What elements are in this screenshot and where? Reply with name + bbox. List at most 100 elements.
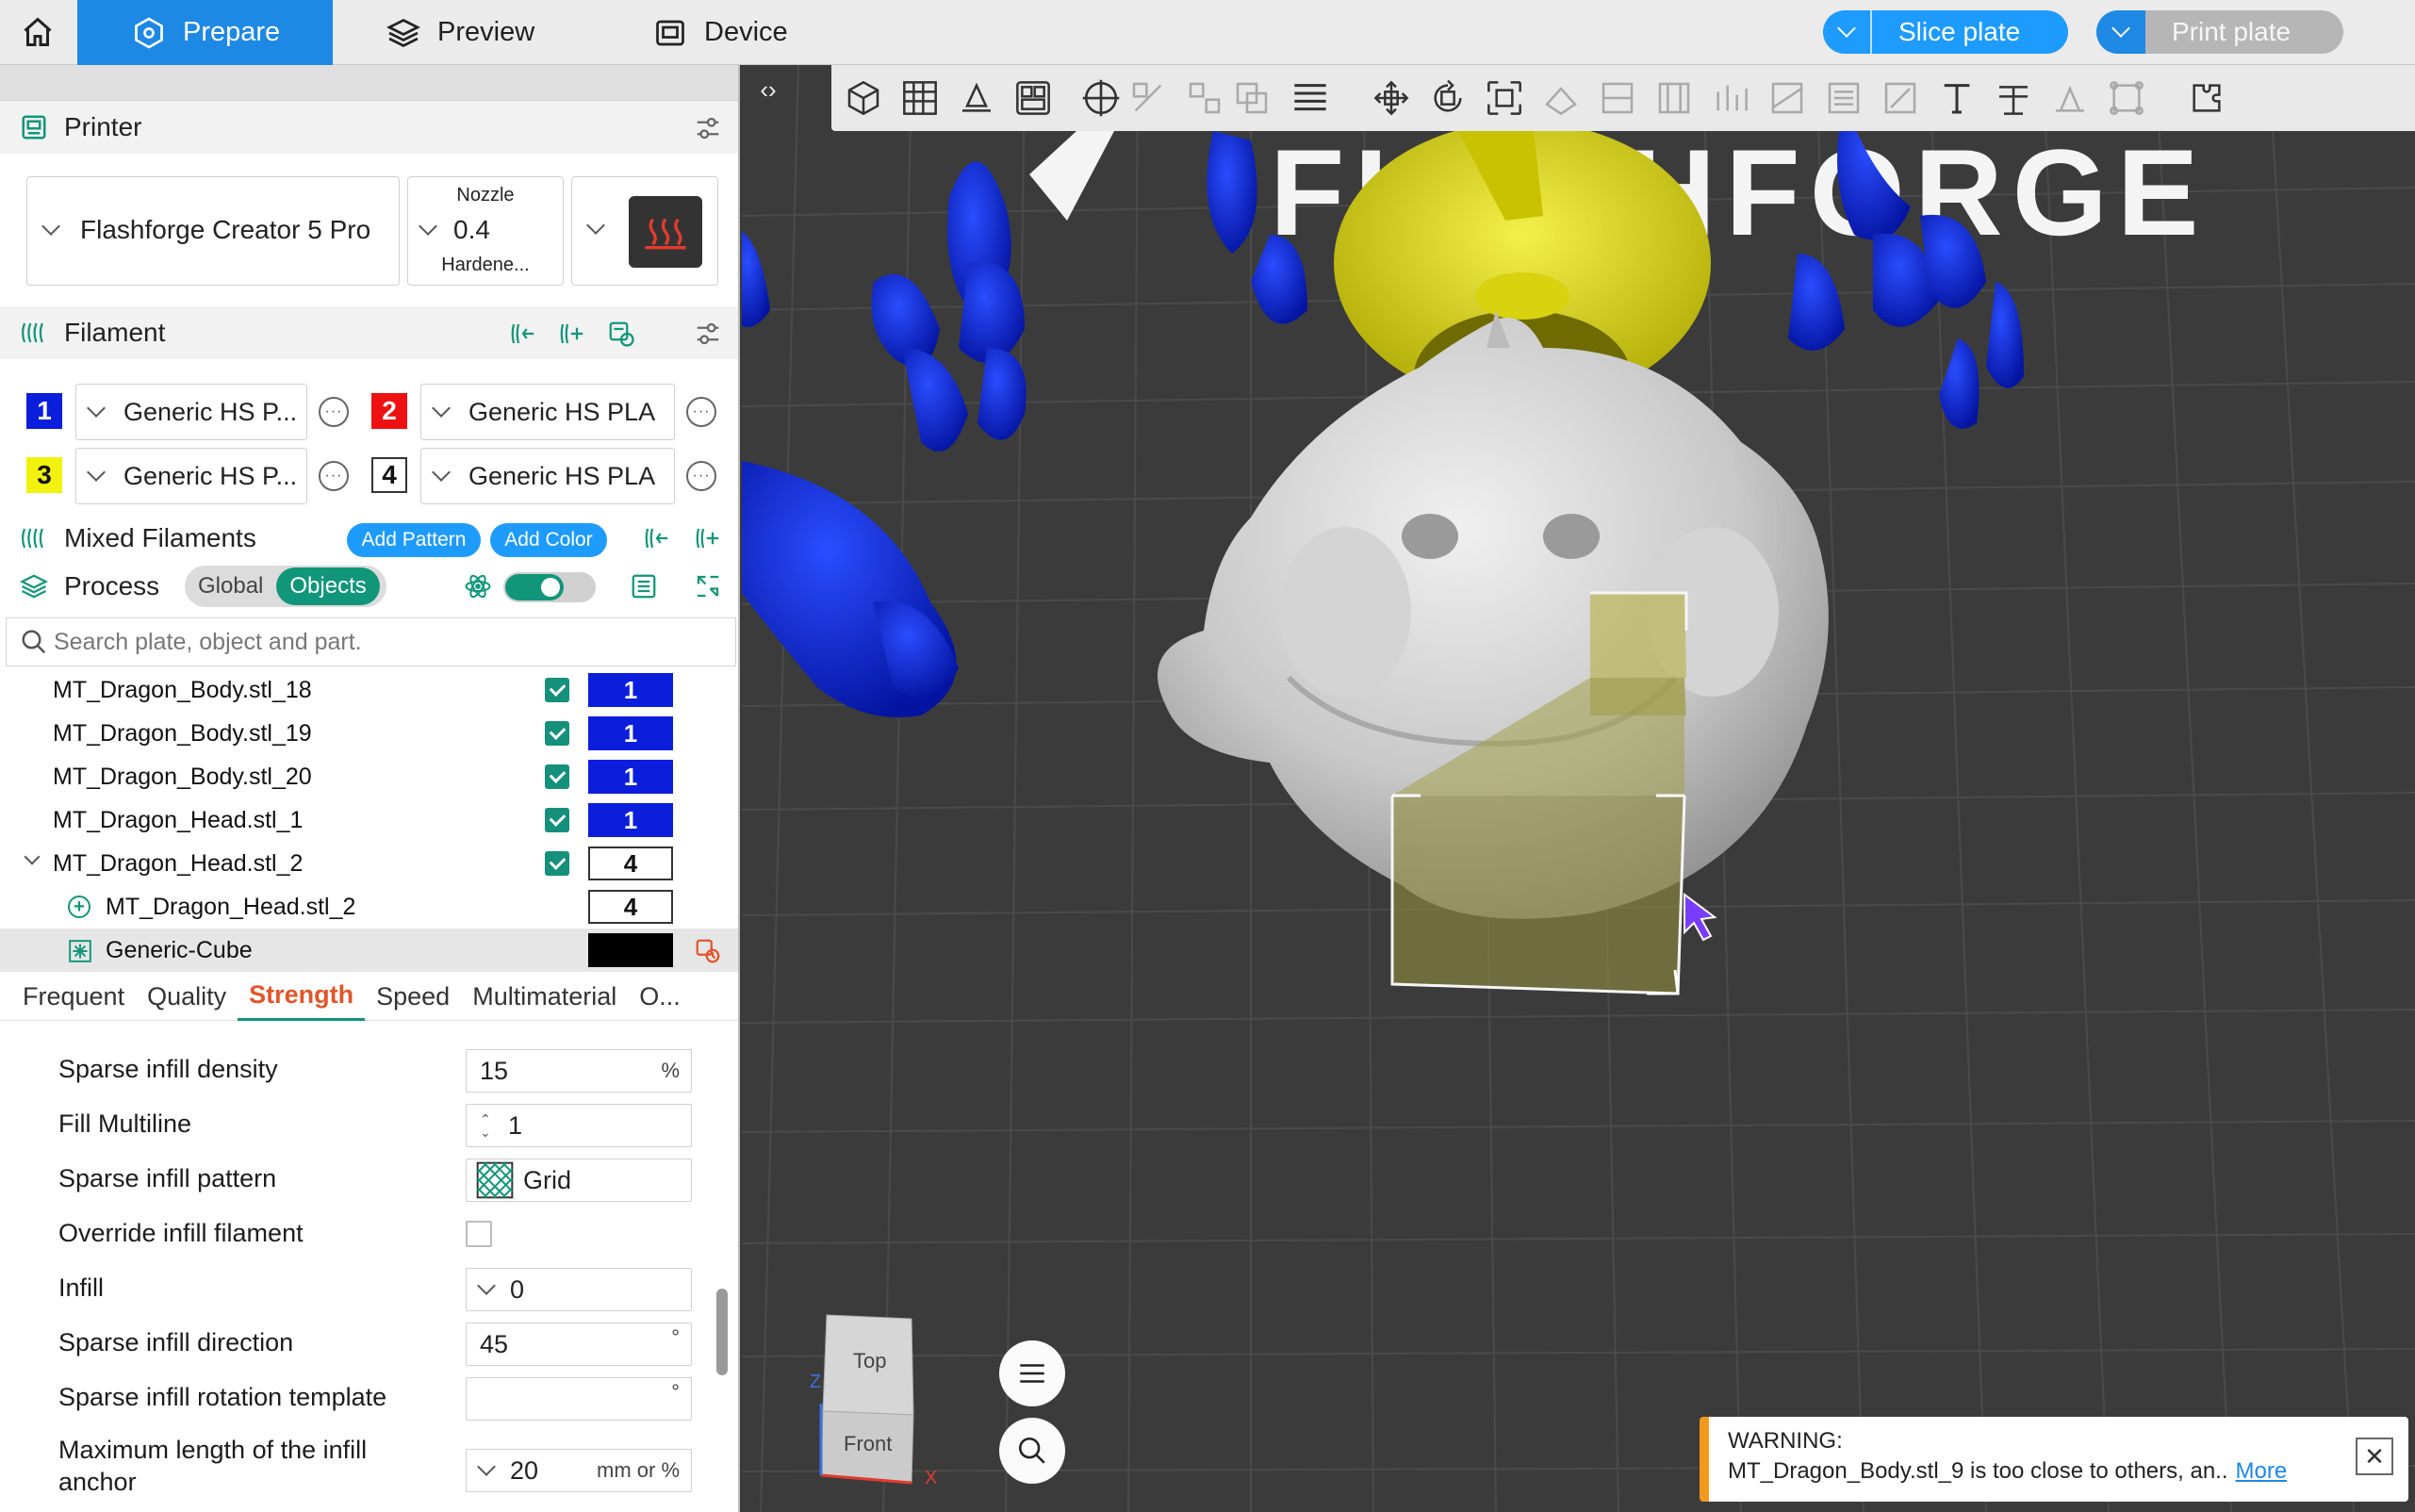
object-filament-badge[interactable]: 1	[588, 673, 673, 707]
max-infill-anchor-input[interactable]: 20 mm or %	[466, 1449, 692, 1492]
boolean-icon[interactable]	[1229, 75, 1274, 121]
warning-more-link[interactable]: More	[2236, 1458, 2288, 1484]
arrange-icon[interactable]	[1010, 75, 1056, 121]
filament-slot-4-badge[interactable]: 4	[371, 457, 407, 493]
split-parts-icon[interactable]	[1182, 75, 1227, 121]
cube-top-label[interactable]: Top	[853, 1349, 886, 1373]
scale-icon[interactable]	[1482, 75, 1527, 121]
measure-icon[interactable]	[1991, 75, 2036, 121]
close-icon[interactable]: ✕	[2356, 1438, 2393, 1475]
sparse-infill-direction-input[interactable]: 45 °	[466, 1323, 692, 1366]
split-icon[interactable]	[1125, 75, 1171, 121]
compare-icon[interactable]	[692, 570, 724, 602]
printer-settings-icon[interactable]	[692, 112, 724, 144]
filament-slot-3-more-icon[interactable]: ···	[319, 461, 349, 491]
printer-model-select[interactable]: Flashforge Creator 5 Pro	[26, 176, 400, 286]
spinner-arrows-icon[interactable]: ⌃ ⌄	[480, 1112, 495, 1139]
filament-slot-2-more-icon[interactable]: ···	[686, 397, 716, 427]
lay-on-face-icon[interactable]	[1538, 75, 1584, 121]
filament-slot-1-more-icon[interactable]: ···	[319, 397, 349, 427]
filament-settings-icon[interactable]	[692, 318, 724, 350]
object-visible-checkbox[interactable]	[545, 808, 569, 832]
filament-sync-icon[interactable]	[507, 318, 539, 350]
layer-list-icon[interactable]	[1288, 75, 1333, 121]
slice-plate-button[interactable]: Slice plate	[1823, 10, 2068, 54]
tab-preview[interactable]: Preview	[377, 0, 603, 65]
object-row-head-1[interactable]: MT_Dragon_Head.stl_1 1	[0, 798, 738, 842]
slice-dropdown-arrow[interactable]	[1823, 10, 1872, 54]
object-row-body-20[interactable]: MT_Dragon_Body.stl_20 1	[0, 755, 738, 798]
add-pattern-button[interactable]: Add Pattern	[347, 523, 481, 557]
cut-icon[interactable]	[1595, 75, 1640, 121]
filament-slot-2-badge[interactable]: 2	[371, 393, 407, 429]
nozzle-select[interactable]: Nozzle 0.4 Hardene...	[407, 176, 564, 286]
rotate-icon[interactable]	[1425, 75, 1470, 121]
rotation-template-input[interactable]: °	[466, 1377, 692, 1421]
3d-viewport[interactable]: FLASHFORGE ‹› Top Front Z X WARNING: MT_…	[742, 65, 2415, 1512]
filament-edit-icon[interactable]	[605, 318, 637, 350]
tab-prepare[interactable]: Prepare	[77, 0, 333, 65]
puzzle-icon[interactable]	[2184, 75, 2229, 121]
mesh-boolean-icon[interactable]	[1651, 75, 1697, 121]
sparse-infill-density-input[interactable]: 15 %	[466, 1049, 692, 1093]
object-filament-badge[interactable]	[588, 933, 673, 967]
filament-add-icon[interactable]	[556, 318, 588, 350]
tab-frequent[interactable]: Frequent	[0, 972, 136, 1021]
object-row-head-2[interactable]: MT_Dragon_Head.stl_2 4	[0, 842, 738, 885]
bed-type-select[interactable]	[571, 176, 718, 286]
object-row-body-19[interactable]: MT_Dragon_Body.stl_19 1	[0, 712, 738, 755]
object-visible-checkbox[interactable]	[545, 721, 569, 746]
print-plate-button[interactable]: Print plate	[2096, 10, 2343, 54]
seam-paint-icon[interactable]	[1765, 75, 1810, 121]
object-search-input[interactable]: Search plate, object and part.	[6, 617, 736, 666]
plate-grid-icon[interactable]	[897, 75, 943, 121]
tab-strength[interactable]: Strength	[238, 972, 366, 1021]
fuzzy-skin-icon[interactable]	[1821, 75, 1866, 121]
seg-global[interactable]: Global	[185, 567, 276, 605]
zoom-button[interactable]	[999, 1418, 1065, 1484]
advanced-toggle[interactable]	[503, 572, 596, 602]
add-color-button[interactable]: Add Color	[490, 523, 607, 557]
tab-device[interactable]: Device	[650, 0, 877, 65]
mixed-add-icon[interactable]	[692, 522, 724, 554]
object-row-body-18[interactable]: MT_Dragon_Body.stl_18 1	[0, 668, 738, 712]
object-filament-badge[interactable]: 4	[588, 846, 673, 880]
auto-orient-icon[interactable]	[954, 75, 999, 121]
edit-modifier-icon[interactable]	[694, 937, 722, 965]
object-filament-badge[interactable]: 4	[588, 890, 673, 924]
sparse-infill-pattern-select[interactable]: Grid	[466, 1159, 692, 1202]
object-row-generic-cube[interactable]: Generic-Cube	[0, 929, 738, 972]
filament-slot-1-badge[interactable]: 1	[26, 393, 62, 429]
fill-multiline-stepper[interactable]: ⌃ ⌄ 1	[466, 1104, 692, 1147]
print-dropdown-arrow[interactable]	[2096, 10, 2145, 54]
filament-slot-4-more-icon[interactable]: ···	[686, 461, 716, 491]
tab-others[interactable]: O...	[628, 972, 692, 1021]
add-object-icon[interactable]	[841, 75, 886, 121]
filament-slot-1-select[interactable]: Generic HS P...	[75, 384, 307, 440]
text-icon[interactable]	[1934, 75, 1980, 121]
mixed-sync-icon[interactable]	[641, 522, 673, 554]
color-paint-icon[interactable]	[1878, 75, 1923, 121]
settings-scrollbar[interactable]	[716, 1289, 728, 1375]
cube-front-label[interactable]: Front	[844, 1432, 892, 1456]
filament-slot-3-select[interactable]: Generic HS P...	[75, 448, 307, 504]
object-visible-checkbox[interactable]	[545, 678, 569, 702]
tab-quality[interactable]: Quality	[136, 972, 238, 1021]
list-icon[interactable]	[628, 570, 660, 602]
tab-speed[interactable]: Speed	[365, 972, 461, 1021]
crosshair-icon[interactable]	[1078, 75, 1124, 121]
override-infill-filament-checkbox[interactable]	[466, 1221, 492, 1247]
filament-slot-2-select[interactable]: Generic HS PLA	[420, 384, 675, 440]
object-visible-checkbox[interactable]	[545, 764, 569, 789]
object-filament-badge[interactable]: 1	[588, 803, 673, 837]
object-filament-badge[interactable]: 1	[588, 760, 673, 794]
infill-select[interactable]: 0	[466, 1268, 692, 1311]
collapse-sidebar-button[interactable]: ‹›	[749, 71, 787, 108]
expand-chevron-icon[interactable]	[24, 848, 41, 865]
atom-icon[interactable]	[462, 570, 494, 602]
filament-slot-4-select[interactable]: Generic HS PLA	[420, 448, 675, 504]
object-row-head-2-part[interactable]: + MT_Dragon_Head.stl_2 4	[0, 885, 738, 929]
object-filament-badge[interactable]: 1	[588, 716, 673, 750]
brim-ears-icon[interactable]	[2104, 75, 2149, 121]
tab-multimaterial[interactable]: Multimaterial	[461, 972, 628, 1021]
